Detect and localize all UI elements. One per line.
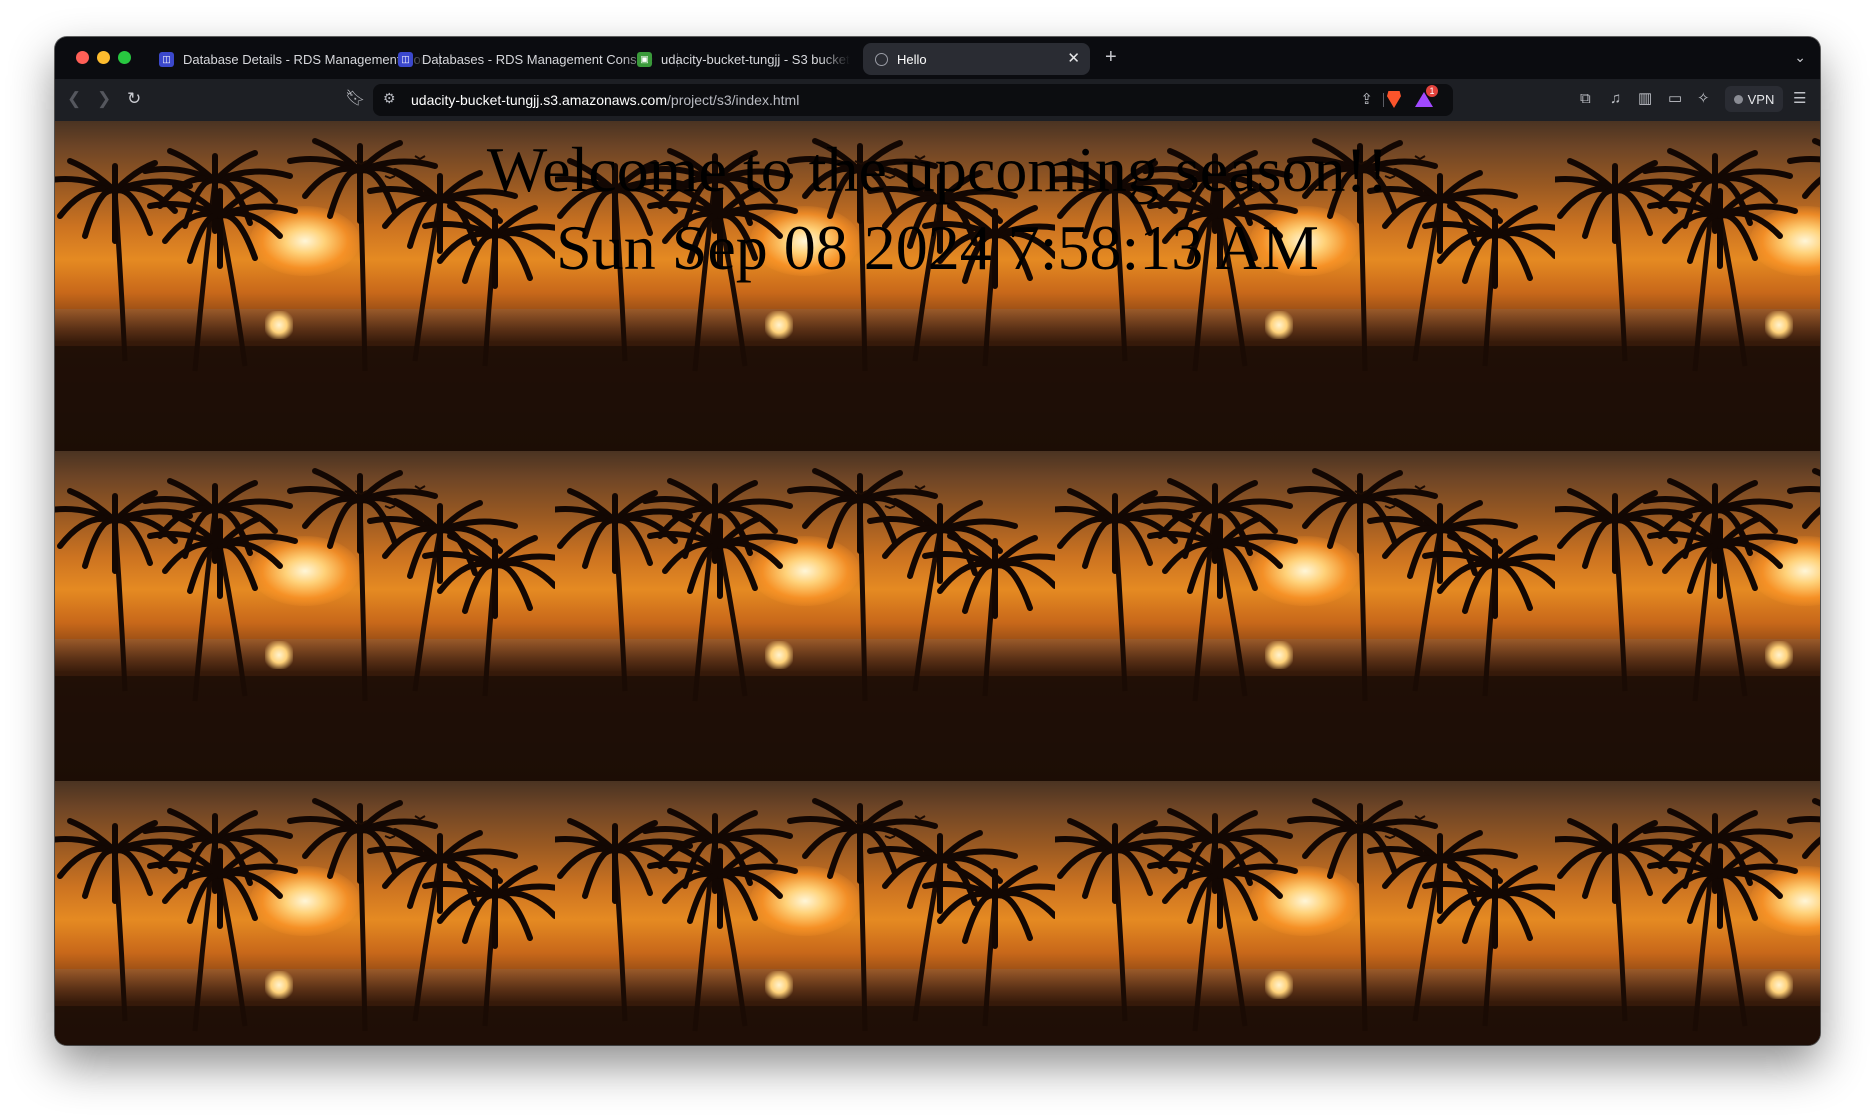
sunset-tile	[555, 781, 1055, 1045]
browser-window: ◫ Database Details - RDS Management Cons…	[55, 37, 1820, 1045]
tab-title: Hello	[897, 51, 927, 67]
tab-title: udacity-bucket-tungjj - S3 bucket	[661, 51, 850, 67]
back-icon[interactable]: ❮	[67, 89, 81, 109]
new-tab-icon[interactable]: +	[1105, 46, 1117, 68]
forward-icon[interactable]: ❯	[97, 89, 111, 109]
url-path: /project/s3/index.html	[667, 92, 800, 108]
s3-icon: ▣	[637, 51, 652, 67]
bookmark-icon[interactable]: 🔖︎	[345, 89, 365, 109]
zoom-window-button[interactable]	[118, 51, 131, 64]
rewards-badge: 1	[1426, 85, 1438, 97]
tab-strip: ◫ Database Details - RDS Management Cons…	[55, 37, 1820, 79]
rds-icon: ◫	[159, 51, 174, 67]
browser-toolbar: ❮ ❯ ↻ 🔖︎ ⚙ udacity-bucket-tungjj.s3.amaz…	[55, 79, 1820, 121]
vpn-status-icon	[1733, 94, 1743, 104]
vpn-button[interactable]: VPN	[1725, 86, 1783, 112]
tab-hello[interactable]: Hello ✕	[863, 43, 1090, 75]
music-icon[interactable]: ♫	[1610, 90, 1621, 108]
extensions-icon[interactable]: ⧉	[1580, 90, 1591, 108]
chevron-down-icon[interactable]: ⌄	[1794, 49, 1806, 66]
page-headline: Welcome to the upcoming season!!	[486, 134, 1389, 205]
tab-database-details[interactable]: ◫ Database Details - RDS Management Cons…	[159, 43, 429, 75]
wallet-icon[interactable]: ▭	[1668, 90, 1682, 108]
sunset-tile	[555, 451, 1055, 781]
share-icon[interactable]: ⇪	[1360, 90, 1373, 108]
divider	[1383, 93, 1384, 107]
url-text[interactable]: udacity-bucket-tungjj.s3.amazonaws.com/p…	[411, 92, 799, 108]
leo-ai-icon[interactable]: ✧	[1697, 90, 1710, 108]
rds-icon: ◫	[398, 51, 413, 67]
close-window-button[interactable]	[76, 51, 89, 64]
vpn-label: VPN	[1747, 91, 1775, 107]
tab-title: Database Details - RDS Management Consol…	[183, 51, 429, 67]
current-datetime: Sun Sep 08 2024 7:58:13 AM	[556, 212, 1319, 283]
close-tab-icon[interactable]: ✕	[1067, 51, 1080, 67]
sunset-tile	[1055, 451, 1555, 781]
reload-icon[interactable]: ↻	[127, 89, 141, 109]
sunset-tile	[1555, 451, 1820, 781]
minimize-window-button[interactable]	[97, 51, 110, 64]
tab-s3-bucket[interactable]: ▣ udacity-bucket-tungjj - S3 bucket	[637, 43, 852, 75]
sunset-tile	[1055, 781, 1555, 1045]
brave-shield-icon[interactable]	[1387, 91, 1401, 108]
sunset-tile	[55, 781, 555, 1045]
globe-icon	[875, 52, 888, 66]
page-viewport: Welcome to the upcoming season!! Sun Sep…	[55, 121, 1820, 1045]
url-host: udacity-bucket-tungjj.s3.amazonaws.com	[411, 92, 668, 108]
sidebar-icon[interactable]: ▥	[1638, 90, 1652, 108]
site-settings-icon[interactable]: ⚙	[383, 90, 396, 107]
tab-title: Databases - RDS Management Console	[422, 51, 654, 67]
sunset-tile	[1555, 781, 1820, 1045]
menu-icon[interactable]: ☰	[1793, 90, 1806, 108]
sunset-tile	[55, 451, 555, 781]
tab-databases[interactable]: ◫ Databases - RDS Management Console	[398, 43, 668, 75]
address-bar[interactable]: ⚙ udacity-bucket-tungjj.s3.amazonaws.com…	[373, 84, 1453, 116]
